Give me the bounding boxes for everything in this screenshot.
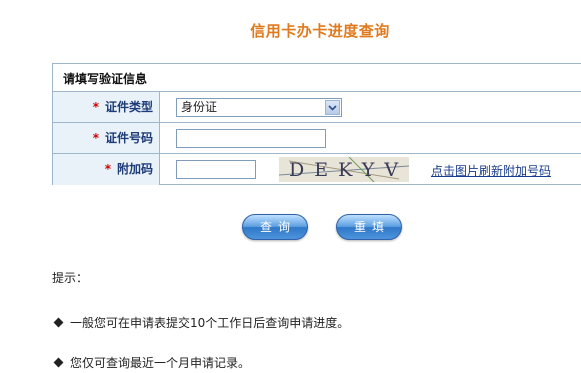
required-mark: * [92, 100, 99, 114]
tip-text: 一般您可在申请表提交10个工作日后查询申请进度。 [70, 316, 350, 330]
id-number-input[interactable] [176, 129, 326, 148]
id-number-label-cell: * 证件号码 [53, 123, 160, 153]
page-title: 信用卡办卡进度查询 [250, 22, 390, 40]
id-type-select[interactable]: 身份证 [176, 98, 342, 117]
query-button[interactable]: 查询 [242, 214, 308, 240]
id-type-label-cell: * 证件类型 [53, 92, 160, 122]
tip-item: 一般您可在申请表提交10个工作日后查询申请进度。 [52, 314, 349, 331]
verification-form: 请填写验证信息 * 证件类型 身份证 * 证件号码 * 附加码 DEKYV 点击… [52, 63, 581, 185]
required-mark: * [104, 162, 111, 176]
id-type-selected-value: 身份证 [181, 100, 218, 114]
captcha-row: * 附加码 DEKYV 点击图片刷新附加号码 [53, 154, 581, 185]
id-type-label: 证件类型 [104, 100, 153, 114]
id-type-row: * 证件类型 身份证 [53, 92, 581, 123]
tips-label: 提示： [52, 271, 89, 285]
captcha-label: 附加码 [116, 162, 153, 176]
id-number-label: 证件号码 [104, 131, 153, 145]
tip-item: 您仅可查询最近一个月申请记录。 [52, 354, 250, 371]
captcha-input[interactable] [176, 160, 256, 179]
reset-button[interactable]: 重填 [336, 214, 402, 240]
captcha-image[interactable]: DEKYV [279, 157, 409, 182]
diamond-bullet-icon [53, 317, 64, 328]
id-number-field-wrap [176, 129, 326, 148]
chevron-down-icon[interactable] [325, 100, 340, 115]
captcha-refresh-link[interactable]: 点击图片刷新附加号码 [431, 162, 551, 179]
id-number-row: * 证件号码 [53, 123, 581, 154]
captcha-image-text: DEKYV [289, 159, 409, 181]
required-mark: * [92, 131, 99, 145]
form-header: 请填写验证信息 [53, 64, 581, 92]
diamond-bullet-icon [53, 357, 64, 368]
captcha-label-cell: * 附加码 [53, 154, 160, 185]
captcha-field-wrap [176, 160, 256, 179]
tip-text: 您仅可查询最近一个月申请记录。 [70, 356, 251, 370]
